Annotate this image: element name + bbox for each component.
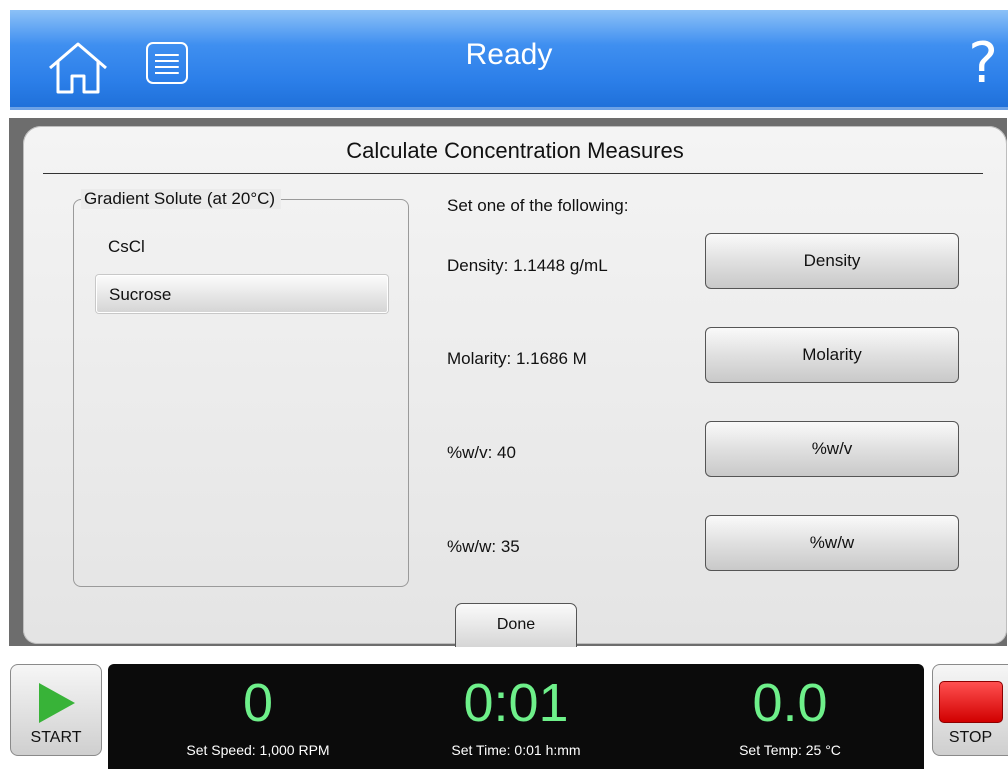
title-divider [43, 173, 983, 174]
set-temp: Set Temp: 25 °C [739, 742, 841, 758]
density-button[interactable]: Density [705, 233, 959, 289]
start-button[interactable]: START [10, 664, 102, 756]
time-readout: 0:01 Set Time: 0:01 h:mm [386, 672, 646, 758]
run-status-bar: START 0 Set Speed: 1,000 RPM 0:01 Set Ti… [0, 652, 1008, 769]
dialog: Calculate Concentration Measures Gradien… [23, 126, 1007, 647]
time-value: 0:01 [463, 673, 569, 733]
wv-button[interactable]: %w/v [705, 421, 959, 477]
stop-label: STOP [948, 729, 993, 746]
solute-item-sucrose[interactable]: Sucrose [96, 275, 388, 313]
temp-value: 0.0 [752, 673, 828, 733]
molarity-button[interactable]: Molarity [705, 327, 959, 383]
run-display: 0 Set Speed: 1,000 RPM 0:01 Set Time: 0:… [108, 664, 924, 769]
speed-value: 0 [242, 673, 274, 733]
molarity-value: Molarity: 1.1686 M [447, 349, 587, 368]
status-title: Ready [465, 38, 553, 71]
main-panel: Calculate Concentration Measures Gradien… [9, 118, 1007, 647]
play-icon [39, 683, 75, 723]
start-label: START [30, 729, 82, 746]
temp-readout: 0.0 Set Temp: 25 °C [660, 672, 920, 758]
speed-readout: 0 Set Speed: 1,000 RPM [128, 672, 388, 758]
stop-button[interactable]: STOP [932, 664, 1008, 756]
header-bar: Ready ? [10, 10, 1008, 110]
help-icon[interactable]: ? [968, 34, 998, 94]
wv-value: %w/v: 40 [447, 443, 516, 462]
set-instruction: Set one of the following: [447, 196, 629, 215]
gradient-solute-group: Gradient Solute (at 20°C) CsCl Sucrose [73, 189, 409, 587]
group-label: Gradient Solute (at 20°C) [81, 189, 282, 209]
solute-item-cscl[interactable]: CsCl [96, 228, 388, 266]
density-value: Density: 1.1448 g/mL [447, 256, 608, 275]
ww-value: %w/w: 35 [447, 537, 520, 556]
stop-icon [939, 681, 1003, 723]
set-speed: Set Speed: 1,000 RPM [186, 742, 330, 758]
ww-button[interactable]: %w/w [705, 515, 959, 571]
done-button[interactable]: Done [455, 603, 577, 647]
set-time: Set Time: 0:01 h:mm [451, 742, 581, 758]
dialog-title: Calculate Concentration Measures [346, 138, 684, 163]
